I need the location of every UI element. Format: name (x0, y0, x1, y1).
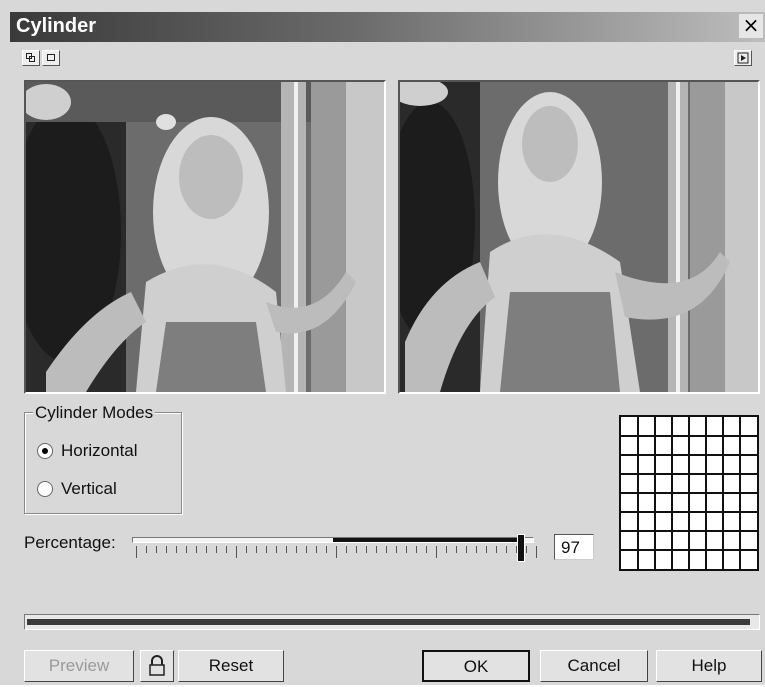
slider-tick (456, 546, 457, 553)
slider-tick (536, 546, 537, 558)
slider-tick (206, 546, 207, 553)
play-button[interactable] (734, 50, 752, 66)
percentage-slider-fill (333, 538, 521, 542)
cancel-button[interactable]: Cancel (540, 650, 648, 682)
percentage-slider-track[interactable] (132, 537, 534, 543)
slider-tick (526, 546, 527, 553)
slider-tick (136, 546, 137, 558)
slider-tick (396, 546, 397, 553)
slider-tick (326, 546, 327, 553)
slider-tick (486, 546, 487, 553)
slider-tick (266, 546, 267, 553)
slider-tick (416, 546, 417, 553)
original-photo (26, 82, 384, 392)
slider-tick (436, 546, 437, 558)
slider-tick (346, 546, 347, 553)
slider-tick (276, 546, 277, 553)
close-button[interactable]: × (739, 14, 763, 38)
cylinder-dialog: Cylinder × Cylinder Modes Horizontal Ver… (0, 0, 765, 685)
percentage-input[interactable]: 97 (554, 534, 594, 560)
horizontal-label: Horizontal (61, 441, 138, 460)
slider-tick (176, 546, 177, 553)
window-title: Cylinder (16, 15, 97, 37)
slider-tick (316, 546, 317, 553)
lock-icon (149, 655, 165, 676)
slider-tick (366, 546, 367, 553)
slider-tick (476, 546, 477, 553)
progress-fill (27, 619, 750, 625)
horizontal-option[interactable]: Horizontal (37, 441, 138, 461)
reset-button[interactable]: Reset (178, 650, 284, 682)
dual-view-button[interactable] (22, 50, 40, 66)
slider-tick (306, 546, 307, 553)
percentage-label: Percentage: (24, 533, 116, 552)
vertical-radio[interactable] (37, 481, 53, 497)
percentage-slider-thumb[interactable] (517, 534, 525, 562)
cylinder-modes-legend: Cylinder Modes (33, 403, 156, 423)
slider-tick (286, 546, 287, 553)
slider-tick (226, 546, 227, 553)
slider-tick (356, 546, 357, 553)
horizontal-radio[interactable] (37, 443, 53, 459)
original-preview[interactable] (24, 80, 386, 394)
slider-tick (146, 546, 147, 553)
preview-button[interactable]: Preview (24, 650, 134, 682)
slider-tick (406, 546, 407, 553)
slider-tick (256, 546, 257, 553)
slider-tick (246, 546, 247, 553)
grid-preview (619, 415, 759, 571)
ok-button[interactable]: OK (422, 650, 530, 682)
progress-bar (24, 614, 760, 630)
slider-tick (506, 546, 507, 553)
slider-tick (466, 546, 467, 553)
cylinder-modes-group: Cylinder Modes Horizontal Vertical (24, 403, 182, 514)
single-view-button[interactable] (42, 50, 60, 66)
slider-tick (336, 546, 337, 558)
vertical-label: Vertical (61, 479, 117, 498)
slider-tick (296, 546, 297, 553)
slider-tick (496, 546, 497, 553)
slider-tick (236, 546, 237, 558)
slider-tick (426, 546, 427, 553)
slider-tick (186, 546, 187, 553)
slider-tick (386, 546, 387, 553)
result-photo (400, 82, 758, 392)
slider-tick (446, 546, 447, 553)
slider-tick (376, 546, 377, 553)
slider-tick (156, 546, 157, 553)
result-preview[interactable] (398, 80, 760, 394)
title-bar[interactable]: Cylinder × (10, 12, 765, 42)
vertical-option[interactable]: Vertical (37, 479, 117, 499)
dual-view-icon-back (29, 56, 35, 62)
slider-tick (216, 546, 217, 553)
lock-button[interactable] (140, 650, 174, 682)
slider-tick (196, 546, 197, 553)
single-view-icon (47, 54, 55, 61)
play-icon (737, 52, 749, 64)
help-button[interactable]: Help (656, 650, 762, 682)
slider-tick (166, 546, 167, 553)
